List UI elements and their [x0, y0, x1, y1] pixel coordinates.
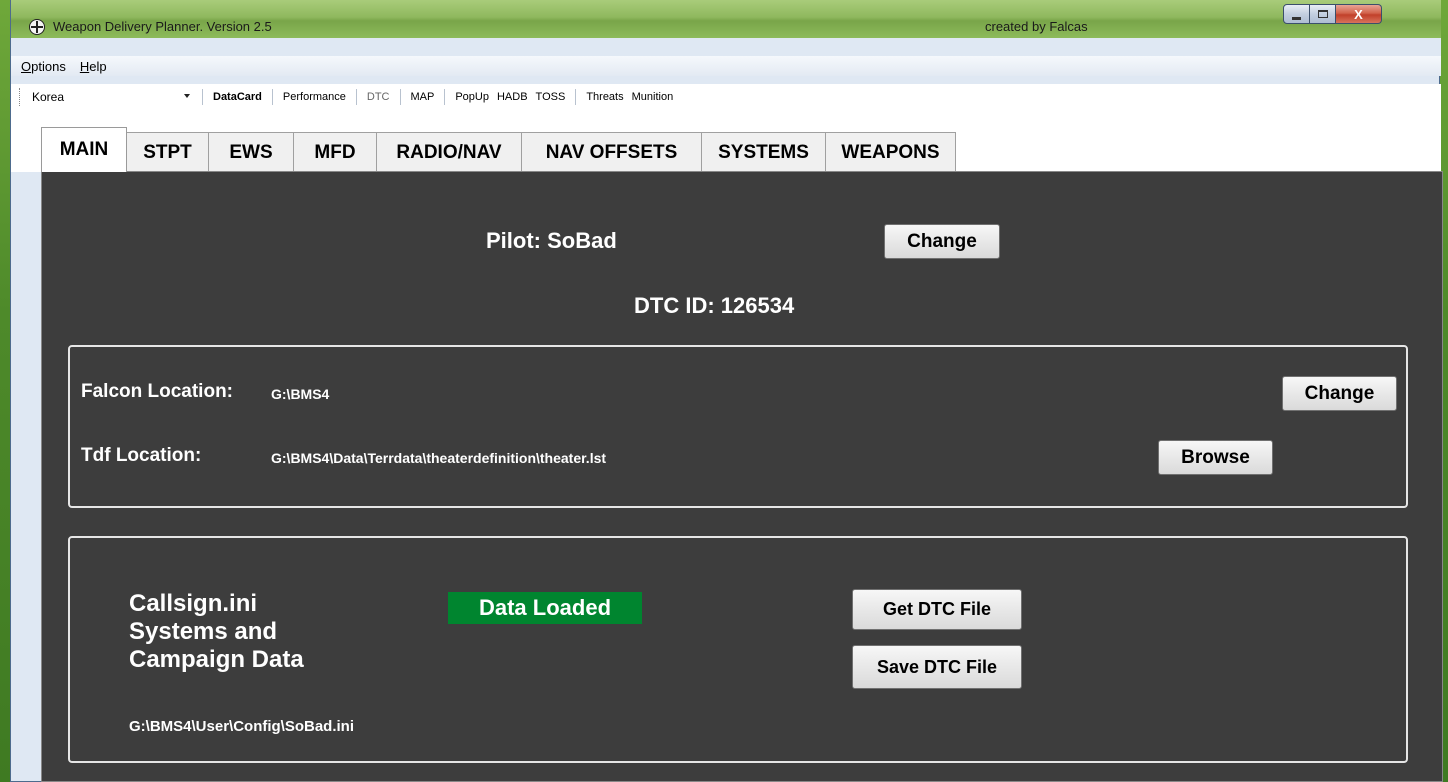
- falcon-location-label: Falcon Location:: [81, 381, 233, 402]
- title-bar[interactable]: Weapon Delivery Planner. Version 2.5 cre…: [11, 0, 1441, 38]
- toolbar-hadb-button[interactable]: HADB: [493, 91, 532, 103]
- campaign-data-group: Callsign.ini Systems and Campaign Data G…: [68, 536, 1408, 763]
- data-title-line1: Callsign.ini: [129, 590, 258, 617]
- menu-options[interactable]: Options: [21, 59, 66, 74]
- window-controls: X: [1283, 4, 1382, 24]
- toolbar-separator: [355, 89, 357, 105]
- theater-select-value: Korea: [32, 90, 65, 104]
- toolbar-grip[interactable]: [19, 88, 22, 106]
- data-title-line3: Campaign Data: [129, 646, 304, 673]
- change-pilot-button[interactable]: Change: [884, 224, 1000, 259]
- toolbar-map-button[interactable]: MAP: [407, 91, 439, 103]
- tab-nav-offsets[interactable]: NAV OFFSETS: [521, 132, 702, 172]
- data-title: Callsign.ini Systems and Campaign Data: [129, 590, 304, 674]
- toolbar-munition-button[interactable]: Munition: [628, 91, 678, 103]
- toolbar-performance-button[interactable]: Performance: [279, 91, 350, 103]
- toolbar-datacard-button[interactable]: DataCard: [209, 91, 266, 103]
- dtc-id-label: DTC ID: 126534: [634, 293, 795, 318]
- save-dtc-file-button[interactable]: Save DTC File: [852, 645, 1022, 689]
- menu-options-mnemonic: O: [21, 58, 32, 74]
- change-location-button[interactable]: Change: [1282, 376, 1397, 411]
- tdf-location-label: Tdf Location:: [81, 445, 202, 466]
- toolbar-separator: [271, 89, 273, 105]
- maximize-button[interactable]: [1310, 4, 1336, 24]
- app-window: Weapon Delivery Planner. Version 2.5 cre…: [10, 0, 1443, 782]
- menu-bar: Options Help: [11, 56, 1441, 76]
- maximize-icon: [1317, 10, 1328, 18]
- minimize-button[interactable]: [1283, 4, 1310, 24]
- menu-options-label: ptions: [31, 58, 66, 74]
- theater-select[interactable]: Korea: [28, 86, 196, 108]
- close-button[interactable]: X: [1336, 4, 1382, 24]
- menu-help-label: elp: [89, 58, 107, 74]
- toolbar-separator: [575, 89, 577, 105]
- tab-radio-nav[interactable]: RADIO/NAV: [376, 132, 522, 172]
- get-dtc-file-button[interactable]: Get DTC File: [852, 589, 1022, 630]
- toolbar-separator: [399, 89, 401, 105]
- locations-group: Falcon Location: G:\BMS4 Change Tdf Loca…: [68, 345, 1408, 508]
- menu-help-mnemonic: H: [79, 58, 90, 74]
- toolbar-toss-button[interactable]: TOSS: [532, 91, 570, 103]
- menu-help[interactable]: Help: [80, 59, 107, 74]
- tab-strip: MAIN STPT EWS MFD RADIO/NAV NAV OFFSETS …: [41, 127, 956, 172]
- pilot-label: Pilot: SoBad: [486, 228, 617, 253]
- menubar-spacer: [11, 38, 1441, 56]
- callsign-path: G:\BMS4\User\Config\SoBad.ini: [129, 718, 355, 735]
- window-title: Weapon Delivery Planner. Version 2.5: [53, 19, 272, 34]
- chevron-down-icon: [184, 94, 190, 98]
- toolbar-separator: [202, 89, 203, 105]
- tab-main[interactable]: MAIN: [41, 127, 127, 172]
- toolbar-popup-button[interactable]: PopUp: [451, 91, 493, 103]
- tab-mfd[interactable]: MFD: [293, 132, 377, 172]
- falcon-location-value: G:\BMS4: [271, 386, 330, 402]
- toolbar-separator: [444, 89, 446, 105]
- toolbar-threats-button[interactable]: Threats: [582, 91, 627, 103]
- minimize-icon: [1292, 16, 1301, 20]
- data-title-line2: Systems and: [129, 618, 278, 645]
- tdf-location-value: G:\BMS4\Data\Terrdata\theaterdefinition\…: [271, 450, 607, 466]
- tab-stpt[interactable]: STPT: [126, 132, 209, 172]
- toolbar-dtc-button[interactable]: DTC: [363, 91, 394, 103]
- browse-button[interactable]: Browse: [1158, 440, 1273, 475]
- tab-weapons[interactable]: WEAPONS: [825, 132, 956, 172]
- tab-systems[interactable]: SYSTEMS: [701, 132, 826, 172]
- window-credit: created by Falcas: [985, 19, 1088, 34]
- main-panel: Pilot: SoBad Change DTC ID: 126534 Falco…: [41, 171, 1443, 782]
- crosshair-icon: [29, 19, 45, 35]
- close-icon: X: [1354, 6, 1363, 22]
- toolbar: Korea DataCard Performance DTC MAP PopUp…: [11, 84, 1441, 110]
- tab-ews[interactable]: EWS: [208, 132, 294, 172]
- status-badge: Data Loaded: [448, 592, 642, 624]
